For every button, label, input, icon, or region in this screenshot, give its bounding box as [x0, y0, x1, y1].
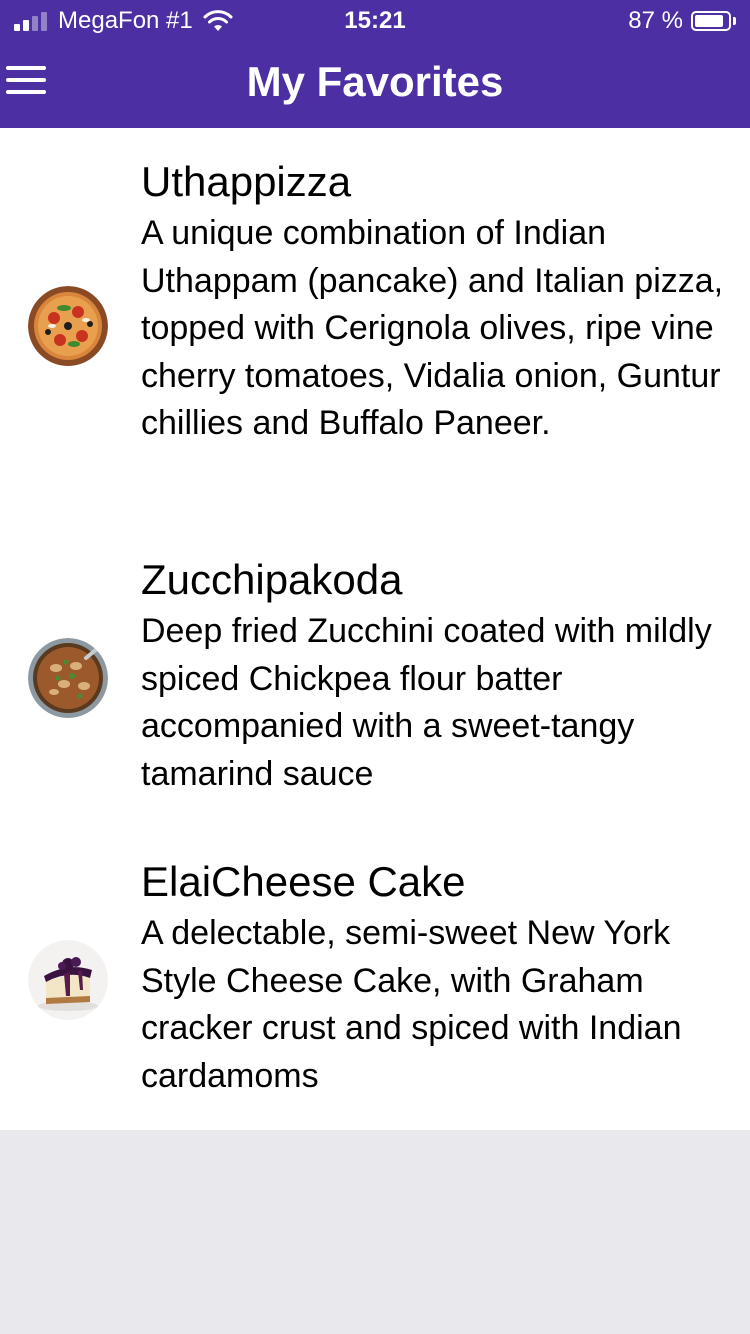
dish-name: Uthappizza — [141, 158, 352, 205]
status-bar: MegaFon #1 15:21 87 % — [0, 0, 750, 40]
dish-name: Zucchipakoda — [141, 556, 403, 603]
navigation-bar: My Favorites — [0, 40, 750, 128]
status-right: 87 % — [628, 6, 736, 36]
favorite-item-text: Uthappizza A unique combination of India… — [141, 158, 731, 448]
battery-icon — [691, 11, 731, 31]
battery-cap — [733, 17, 736, 25]
dish-name: ElaiCheese Cake — [141, 858, 466, 905]
favorite-item-text: Zucchipakoda Deep fried Zucchini coated … — [141, 556, 731, 798]
page-title: My Favorites — [246, 58, 504, 105]
dish-description: A unique combination of Indian Uthappam … — [141, 214, 724, 443]
battery-percent: 87 % — [628, 7, 683, 34]
dish-description: A delectable, semi-sweet New York Style … — [141, 914, 682, 1095]
battery-level-fill — [695, 15, 723, 27]
pakoda-bowl-thumbnail — [28, 638, 108, 718]
favorite-item-text: ElaiCheese Cake A delectable, semi-sweet… — [141, 858, 731, 1100]
favorite-item-zucchipakoda[interactable]: Zucchipakoda Deep fried Zucchini coated … — [0, 556, 750, 816]
favorites-list[interactable]: Uthappizza A unique combination of India… — [0, 128, 750, 1130]
dish-description: Deep fried Zucchini coated with mildly s… — [141, 612, 712, 793]
cheesecake-thumbnail — [28, 940, 108, 1020]
favorite-item-elaicheese-cake[interactable]: ElaiCheese Cake A delectable, semi-sweet… — [0, 858, 750, 1108]
favorite-item-uthappizza[interactable]: Uthappizza A unique combination of India… — [0, 158, 750, 508]
app-header: MegaFon #1 15:21 87 % My Favorites — [0, 0, 750, 128]
pizza-thumbnail — [28, 286, 108, 366]
